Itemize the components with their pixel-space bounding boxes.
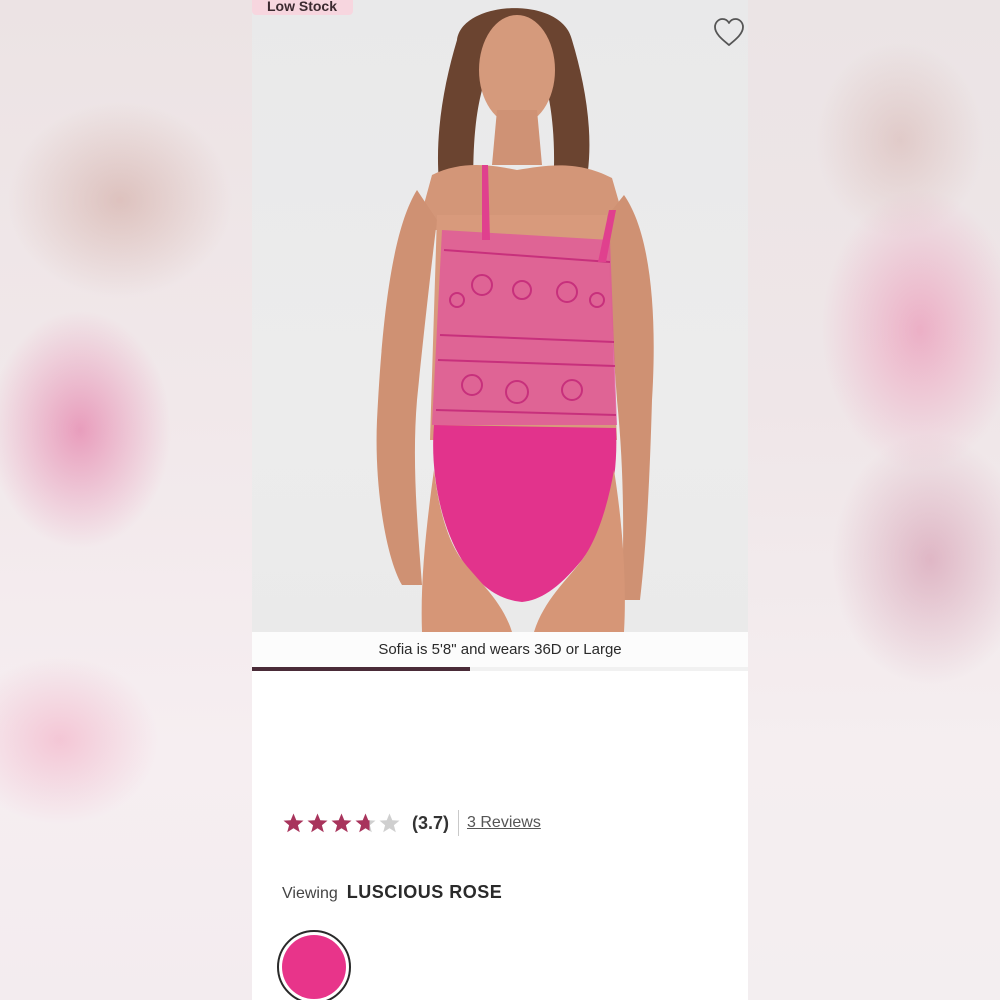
selected-color-name: LUSCIOUS ROSE: [346, 882, 503, 902]
rating-divider: [458, 810, 460, 836]
star-icon: [307, 813, 328, 833]
star-icon: [331, 813, 352, 833]
product-photo: [376, 8, 654, 632]
color-swatch-fill: [282, 935, 346, 999]
rating-row: (3.7) 3 Reviews: [282, 808, 541, 838]
star-icon: [283, 813, 304, 833]
star-icon: [355, 813, 376, 833]
product-image-carousel[interactable]: Low Stock Sofia is 5'8" and wears 36D or…: [252, 0, 748, 668]
star-icon: [379, 813, 400, 833]
viewing-color-row: Viewing LUSCIOUS ROSE: [282, 882, 502, 903]
star-rating: [282, 812, 401, 834]
reviews-link[interactable]: 3 Reviews: [467, 814, 541, 832]
heart-outline-icon[interactable]: [712, 16, 746, 48]
model-size-caption: Sofia is 5'8" and wears 36D or Large: [252, 632, 748, 668]
product-page: Low Stock Sofia is 5'8" and wears 36D or…: [252, 0, 748, 1000]
color-swatch-selected[interactable]: [277, 930, 351, 1000]
low-stock-badge: Low Stock: [252, 0, 354, 15]
backdrop-left: [0, 0, 252, 1000]
carousel-progress-bar: [252, 667, 748, 671]
viewing-label: Viewing: [282, 885, 338, 902]
backdrop-right: [748, 0, 1000, 1000]
rating-score: (3.7): [412, 812, 450, 833]
carousel-progress-fill: [252, 667, 471, 671]
